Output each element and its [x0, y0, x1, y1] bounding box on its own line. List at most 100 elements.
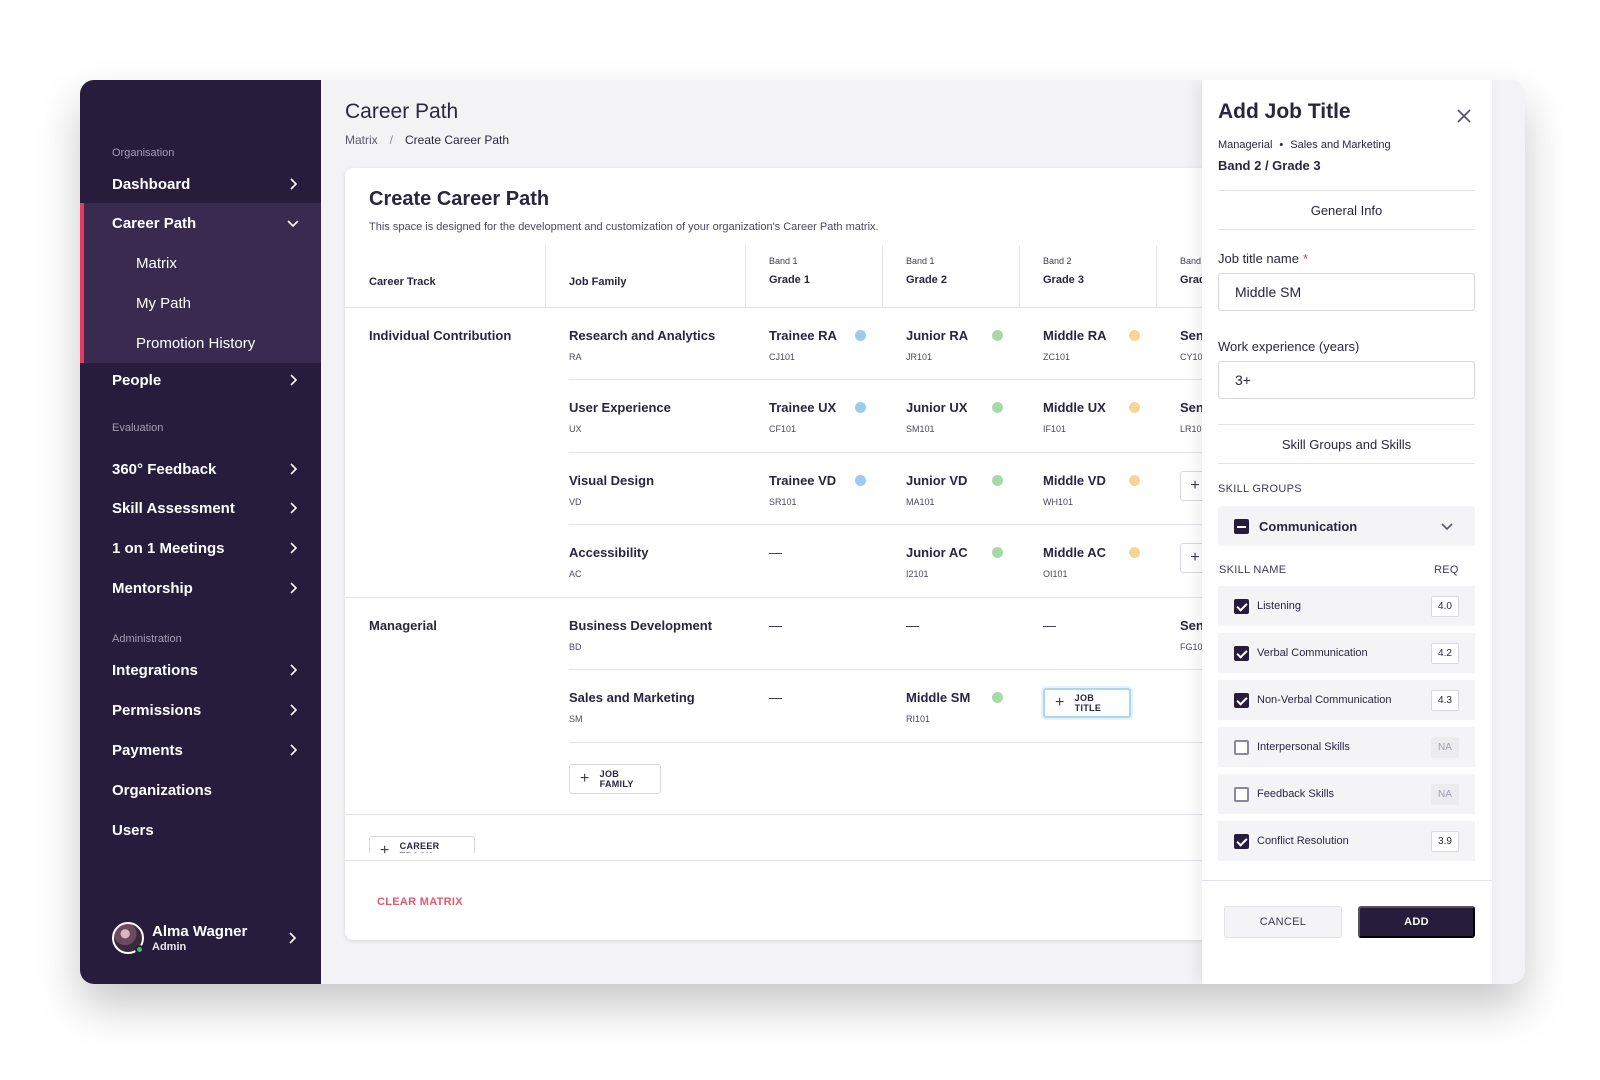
sidebar-item-integrations[interactable]: Integrations — [80, 650, 321, 690]
job-title-name: Trainee VD — [769, 473, 837, 488]
sidebar-item-dashboard[interactable]: Dashboard — [80, 164, 321, 204]
meta-family: Sales and Marketing — [1290, 139, 1391, 151]
sidebar-item-label: Dashboard — [112, 175, 191, 193]
job-title-cell[interactable]: Middle AC OI101 — [1043, 545, 1106, 579]
column-header-job-family: Job Family — [569, 276, 626, 288]
skill-row[interactable]: Feedback Skills NA — [1218, 774, 1475, 814]
skill-req-value[interactable]: 4.0 — [1431, 596, 1459, 617]
column-divider — [545, 246, 546, 306]
sidebar-item-label: Payments — [112, 741, 183, 759]
section-label-evaluation: Evaluation — [112, 422, 164, 434]
job-family-name: Sales and Marketing — [569, 690, 695, 705]
sidebar-item-mentorship[interactable]: Mentorship — [80, 568, 321, 608]
row-divider — [569, 452, 1245, 453]
grade-dot — [1129, 547, 1140, 558]
sidebar-subitem-my-path[interactable]: My Path — [84, 283, 321, 323]
band-label: Band 1 — [769, 256, 798, 266]
career-track-managerial: Managerial — [369, 618, 437, 633]
skill-row[interactable]: Conflict Resolution 3.9 — [1218, 821, 1475, 861]
sidebar-item-people[interactable]: People — [80, 360, 321, 400]
breadcrumb-link-matrix[interactable]: Matrix — [345, 133, 378, 147]
skill-row[interactable]: Interpersonal Skills NA — [1218, 727, 1475, 767]
empty-cell: — — [769, 545, 782, 560]
job-title-cell[interactable]: Trainee UX CF101 — [769, 400, 836, 434]
sidebar-item-organizations[interactable]: Organizations — [80, 770, 321, 810]
job-title-cell[interactable]: Middle UX IF101 — [1043, 400, 1106, 434]
job-title-label: Job title name * — [1218, 251, 1308, 266]
skill-req-value[interactable]: 4.2 — [1431, 643, 1459, 664]
page-title: Career Path — [345, 100, 459, 123]
sidebar-item-1on1-meetings[interactable]: 1 on 1 Meetings — [80, 528, 321, 568]
add-career-track-button[interactable]: + CAREER TRACK — [369, 836, 475, 853]
job-title-cell[interactable]: Junior UX SM101 — [906, 400, 967, 434]
job-title-cell[interactable]: Middle SM RI101 — [906, 690, 970, 724]
job-title-cell[interactable]: Junior VD MA101 — [906, 473, 967, 507]
job-title-name: Middle SM — [906, 690, 971, 705]
column-divider — [1019, 246, 1020, 306]
user-profile[interactable]: Alma Wagner Admin — [112, 918, 312, 958]
drawer-footer-divider — [1202, 880, 1492, 881]
sidebar-item-users[interactable]: Users — [80, 810, 321, 850]
add-job-family-button[interactable]: + JOB FAMILY — [569, 764, 661, 794]
chevron-right-icon — [290, 744, 298, 756]
sidebar-subitem-matrix[interactable]: Matrix — [84, 243, 321, 283]
sidebar-item-permissions[interactable]: Permissions — [80, 690, 321, 730]
checkbox-unchecked[interactable] — [1234, 786, 1249, 802]
job-title-cell[interactable]: Junior AC I2101 — [906, 545, 968, 579]
grade-dot — [992, 475, 1003, 486]
plus-icon: + — [580, 770, 590, 787]
empty-cell: — — [906, 618, 919, 633]
sidebar-item-career-path[interactable]: Career Path — [80, 203, 321, 243]
skill-group-select[interactable]: Communication — [1218, 506, 1475, 546]
skill-req-value[interactable]: 3.9 — [1431, 831, 1459, 852]
job-title-cell[interactable]: Trainee VD SR101 — [769, 473, 836, 507]
skill-row[interactable]: Listening 4.0 — [1218, 586, 1475, 626]
career-track-individual: Individual Contribution — [369, 328, 512, 343]
job-title-input[interactable]: Middle SM — [1218, 273, 1475, 311]
sidebar-item-payments[interactable]: Payments — [80, 730, 321, 770]
job-title-cell[interactable]: Middle VD WH101 — [1043, 473, 1106, 507]
skill-row[interactable]: Verbal Communication 4.2 — [1218, 633, 1475, 673]
job-title-code: OI101 — [1043, 569, 1068, 579]
column-header-career-track: Career Track — [369, 276, 436, 288]
grade-dot — [1129, 402, 1140, 413]
sidebar-item-label: 1 on 1 Meetings — [112, 539, 225, 557]
skill-row[interactable]: Non-Verbal Communication 4.3 — [1218, 680, 1475, 720]
job-family-vd: Visual Design VD — [569, 473, 654, 507]
cancel-button[interactable]: CANCEL — [1224, 906, 1342, 938]
checkbox-checked[interactable] — [1234, 645, 1249, 661]
job-title-cell[interactable]: Junior RA JR101 — [906, 328, 968, 362]
job-family-code: AC — [569, 569, 582, 579]
close-icon[interactable] — [1452, 104, 1476, 128]
work-experience-input[interactable]: 3+ — [1218, 361, 1475, 399]
work-experience-label: Work experience (years) — [1218, 339, 1360, 354]
chevron-right-icon — [289, 932, 297, 944]
clear-matrix-button[interactable]: CLEAR MATRIX — [377, 896, 463, 908]
add-job-title-button[interactable]: + JOB TITLE — [1043, 688, 1131, 718]
checkbox-checked[interactable] — [1234, 598, 1249, 614]
chevron-right-icon — [290, 582, 298, 594]
skill-req-value[interactable]: 4.3 — [1431, 690, 1459, 711]
add-button[interactable]: ADD — [1358, 906, 1475, 938]
chevron-right-icon — [290, 463, 298, 475]
sidebar-item-skill-assessment[interactable]: Skill Assessment — [80, 488, 321, 528]
sidebar-item-label: 360° Feedback — [112, 460, 217, 478]
job-title-code: JR101 — [906, 352, 933, 362]
job-title-cell[interactable]: Trainee RA CJ101 — [769, 328, 837, 362]
plus-icon: + — [380, 842, 390, 853]
job-family-name: Business Development — [569, 618, 713, 633]
column-header-grade-2: Band 1 Grade 2 — [906, 256, 947, 286]
checkbox-checked[interactable] — [1234, 833, 1249, 849]
user-role: Admin — [152, 941, 187, 953]
job-family-ra: Research and Analytics RA — [569, 328, 715, 362]
sidebar-subitem-promotion-history[interactable]: Promotion History — [84, 323, 321, 363]
empty-cell: — — [769, 618, 782, 633]
checkbox-checked[interactable] — [1234, 692, 1249, 708]
section-skill-groups: Skill Groups and Skills — [1218, 424, 1475, 464]
grade-dot — [855, 475, 866, 486]
sidebar-item-360-feedback[interactable]: 360° Feedback — [80, 449, 321, 489]
checkbox-unchecked[interactable] — [1234, 739, 1249, 755]
track-divider — [345, 597, 1245, 598]
job-title-cell[interactable]: Middle RA ZC101 — [1043, 328, 1107, 362]
breadcrumb-separator: / — [389, 133, 394, 147]
